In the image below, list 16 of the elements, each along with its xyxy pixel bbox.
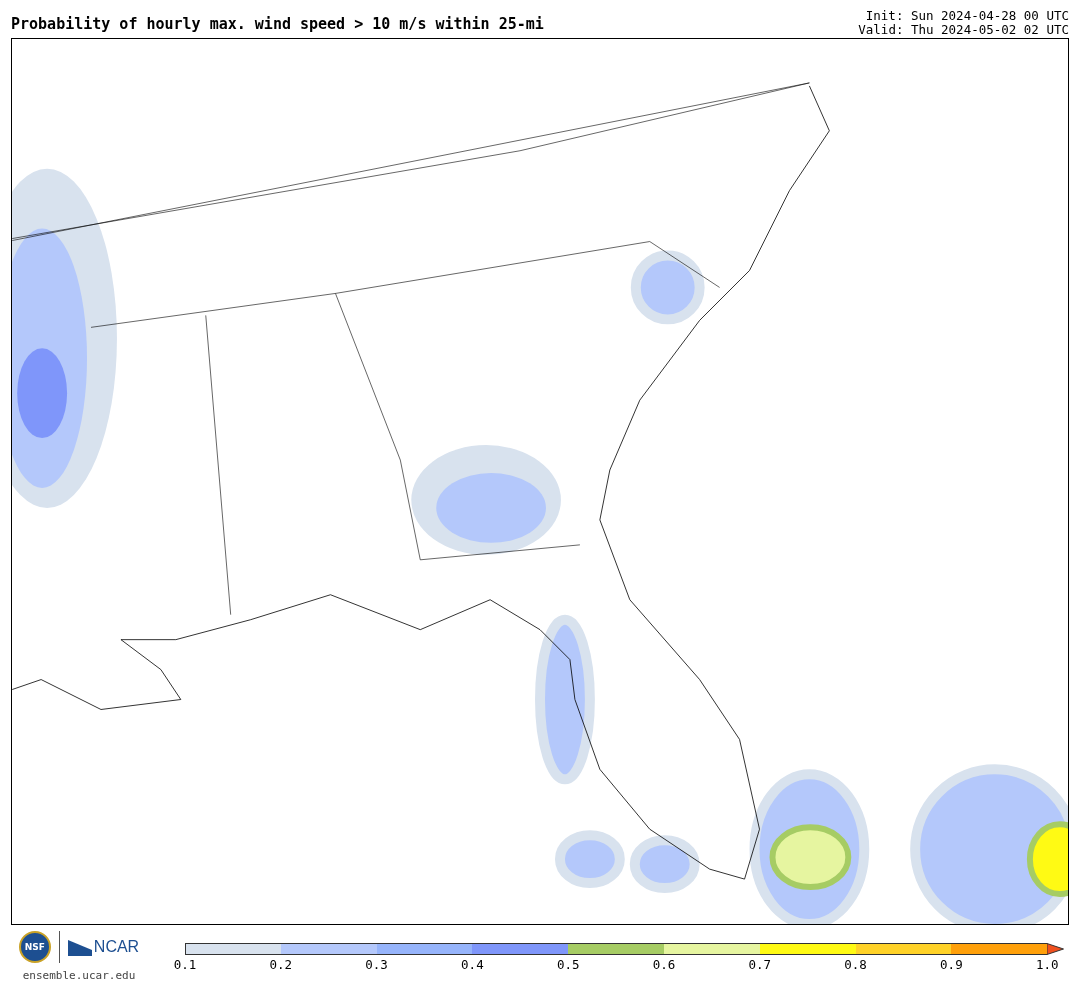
- ncar-logo: NCAR: [67, 938, 140, 956]
- tick-label: 0.7: [747, 957, 773, 972]
- init-time: Init: Sun 2024-04-28 00 UTC: [865, 9, 1069, 23]
- tick-label: 0.4: [460, 957, 485, 972]
- tick-label: 0.8: [843, 957, 868, 972]
- tick-label: 0.5: [555, 957, 581, 972]
- tick-label: 0.6: [651, 957, 677, 972]
- tick-label: 1.0: [1034, 957, 1060, 972]
- tick-label: 0.9: [939, 957, 964, 972]
- nsf-logo: NSF: [18, 931, 51, 963]
- valid-time: Valid: Thu 2024-05-02 02 UTC: [858, 23, 1069, 37]
- tick-label: 0.1: [172, 957, 198, 972]
- tick-label: 0.2: [268, 957, 294, 972]
- chart-title: Probability of hourly max. wind speed > 10 m/s within 25-mi: [11, 15, 544, 35]
- website-url: ensemble.ucar.edu: [22, 969, 136, 982]
- tick-label: 0.3: [364, 957, 389, 972]
